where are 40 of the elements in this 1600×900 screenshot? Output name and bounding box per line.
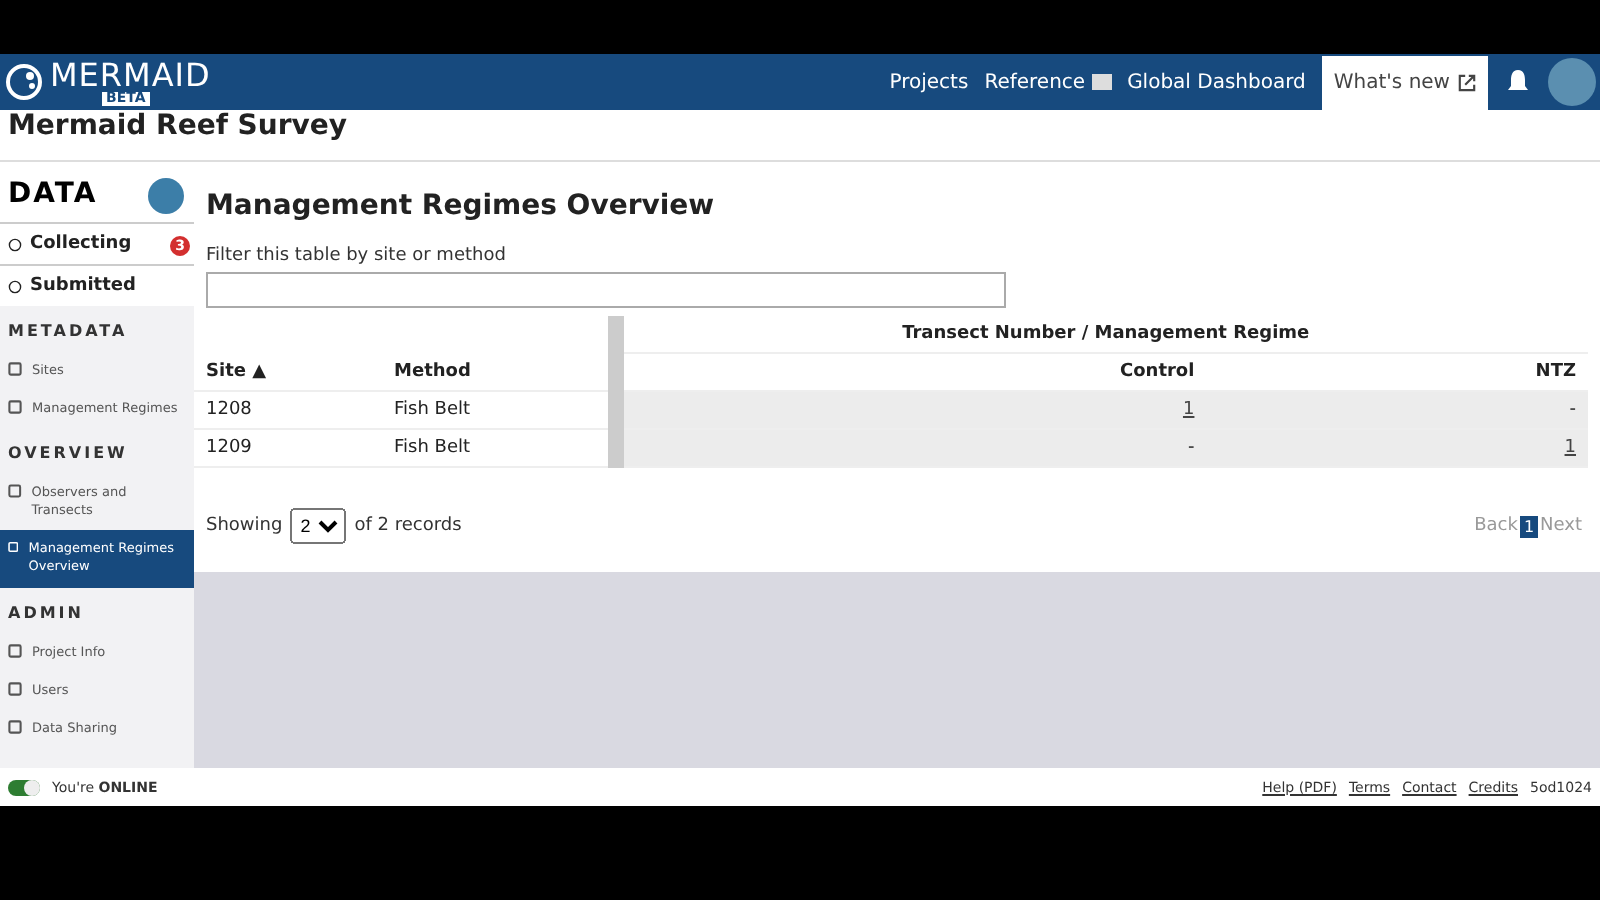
table-cell: Fish Belt [382,391,608,429]
section-heading: ADMIN [6,601,86,626]
logo-icon [4,62,44,102]
table-cell: - [623,429,1207,467]
page-icon [8,400,22,415]
check-circle-icon [8,279,22,293]
table-cell: 1208 [194,391,383,429]
page-icon [8,681,22,696]
records-label: of 2 records [354,516,462,536]
page-icon [8,643,22,658]
section-heading: METADATA [6,320,130,344]
page-title: Management Regimes Overview [206,190,717,222]
check-circle-icon [8,237,22,251]
nav-link[interactable]: Projects [889,71,969,93]
nav-link[interactable]: Global Dashboard [1127,71,1306,93]
showing-label: Showing [206,516,283,536]
logo-text: MERMAID [50,59,211,91]
online-toggle[interactable] [8,779,40,795]
table-cell: - [1206,391,1588,429]
page-icon [8,540,19,555]
page-icon [8,484,22,499]
page-button[interactable]: 1 [1519,515,1539,537]
user-avatar[interactable] [1548,58,1596,106]
sidebar-title: DATA [0,162,194,222]
page-icon [8,719,22,734]
page-size-select[interactable]: 2 [290,508,347,544]
table-cell: Fish Belt [382,429,608,467]
filter-field[interactable] [206,272,1006,308]
transect-link[interactable]: 1 [1182,400,1195,420]
page-icon [8,362,22,376]
external-link-icon [1458,73,1476,91]
section-heading: OVERVIEW [6,442,130,467]
column-group-header: Transect Number / Management Regime [623,316,1588,353]
transect-link[interactable]: 1 [1564,438,1576,458]
table-cell: 1209 [194,429,383,467]
filter-label: Filter this table by site or method [206,246,508,266]
whats-new-button[interactable]: What's new [1321,55,1488,109]
sidebar-tab[interactable]: Submitted [0,264,194,306]
nav-link[interactable]: Reference [984,71,1112,93]
bell-icon[interactable] [1504,68,1532,96]
